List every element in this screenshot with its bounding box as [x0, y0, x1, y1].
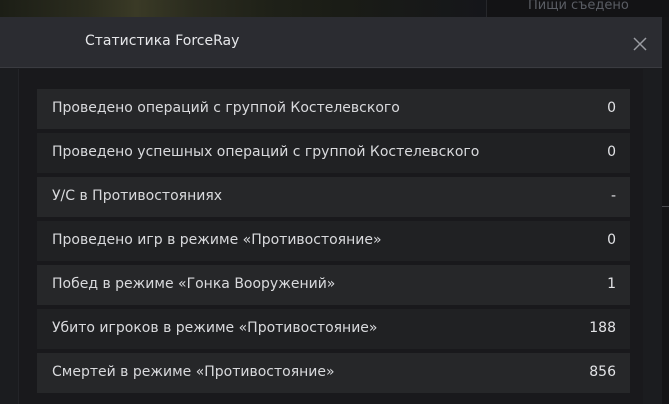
stat-value: -	[610, 188, 616, 204]
stat-value: 0	[607, 100, 616, 116]
stat-value: 856	[589, 364, 616, 380]
background-art	[0, 0, 486, 17]
stat-row: Проведено игр в режиме «Противостояние» …	[37, 221, 630, 261]
stat-label: Убито игроков в режиме «Противостояние»	[52, 320, 378, 336]
stat-row: Убито игроков в режиме «Противостояние» …	[37, 309, 630, 349]
stat-row: Смертей в режиме «Противостояние» 856	[37, 353, 630, 393]
stat-label: Смертей в режиме «Противостояние»	[52, 364, 335, 380]
stat-value: 0	[607, 144, 616, 160]
stat-label: Проведено игр в режиме «Противостояние»	[52, 232, 382, 248]
stat-row: Проведено операций с группой Костелевско…	[37, 89, 630, 129]
stat-value: 0	[607, 232, 616, 248]
stat-label: Побед в режиме «Гонка Вооружений»	[52, 276, 336, 292]
stat-label: У/С в Противостояниях	[52, 188, 223, 204]
close-icon	[633, 37, 647, 51]
scrollbar-edge	[662, 206, 669, 207]
close-button[interactable]	[630, 34, 650, 54]
background-game-screen: Пищи съедено	[0, 0, 669, 17]
stat-label: Проведено операций с группой Костелевско…	[52, 100, 400, 116]
stat-value: 188	[589, 320, 616, 336]
dialog-header: Статистика ForceRay	[0, 17, 662, 68]
background-divider	[486, 0, 487, 17]
stat-label: Проведено успешных операций с группой Ко…	[52, 144, 480, 160]
stat-row: Проведено успешных операций с группой Ко…	[37, 133, 630, 173]
stat-row: У/С в Противостояниях -	[37, 177, 630, 217]
dialog-title: Статистика ForceRay	[85, 33, 240, 49]
stat-row: Побед в режиме «Гонка Вооружений» 1	[37, 265, 630, 305]
stat-value: 1	[607, 276, 616, 292]
background-side-text: Пищи съедено	[528, 0, 629, 13]
